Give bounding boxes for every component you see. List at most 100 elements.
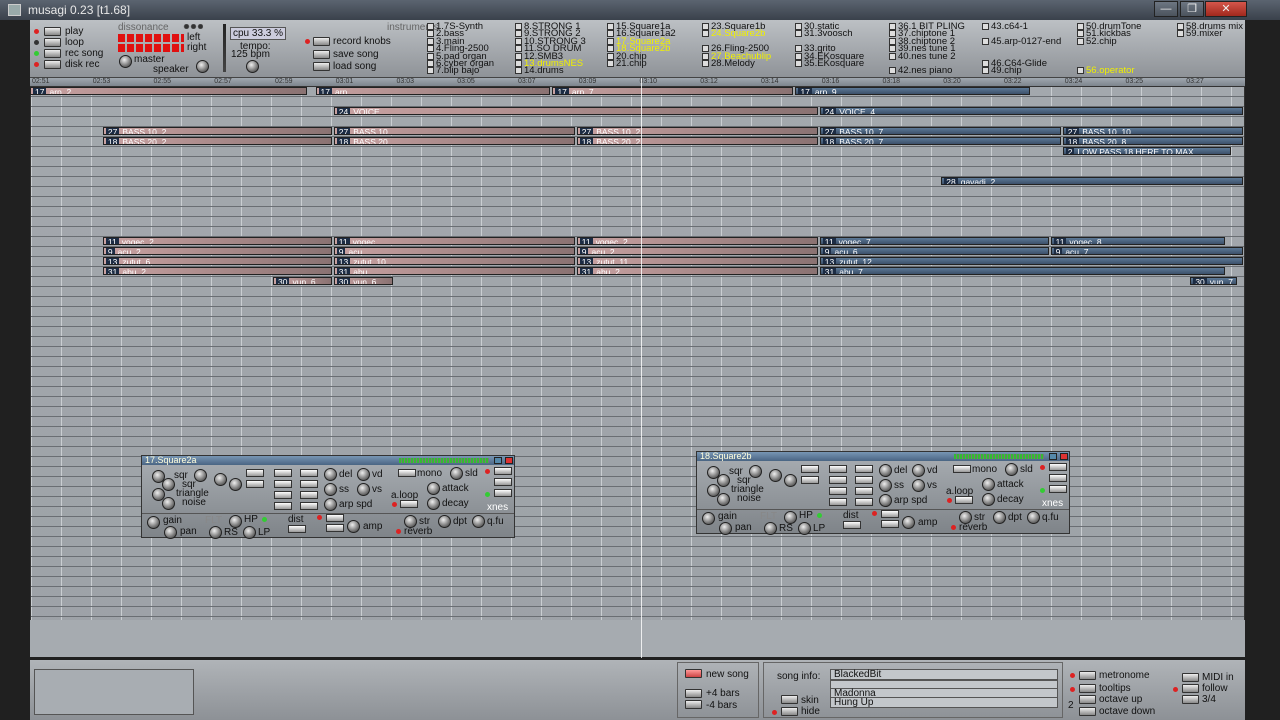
track-clip[interactable]: 31 abu	[333, 267, 575, 275]
sld-knob[interactable]	[450, 467, 463, 480]
rs-knob[interactable]	[209, 526, 222, 539]
instrument-toggle[interactable]	[1077, 67, 1084, 75]
aloop-button[interactable]	[400, 500, 418, 508]
save-song-button[interactable]	[313, 50, 330, 59]
dist-btn-2[interactable]	[881, 510, 899, 518]
wave-btn-5[interactable]	[274, 491, 292, 499]
track-clip[interactable]: 27 BASS 10	[333, 127, 575, 135]
attack-knob[interactable]	[982, 478, 995, 491]
octave-up-button[interactable]	[1079, 695, 1096, 704]
instrument-toggle[interactable]	[702, 23, 709, 30]
env-knob-2[interactable]	[784, 474, 797, 487]
instrument-toggle[interactable]	[427, 30, 434, 38]
instrument-item[interactable]: 28.Melody	[702, 59, 755, 68]
instrument-toggle[interactable]	[1077, 23, 1084, 30]
track-clip[interactable]: 31 abu_2	[576, 267, 818, 275]
instrument-toggle[interactable]	[889, 37, 896, 45]
track-clip[interactable]: 9 acu_6	[819, 247, 1049, 255]
metronome-button[interactable]	[1079, 671, 1096, 680]
track-clip[interactable]: 28 gavadi_2	[941, 177, 1243, 185]
instrument-toggle[interactable]	[515, 60, 522, 67]
wave-btn-5[interactable]	[829, 487, 847, 495]
instrument-toggle[interactable]	[515, 45, 522, 53]
instrument-toggle[interactable]	[889, 30, 896, 38]
maximize-button[interactable]: ❐	[1180, 1, 1204, 17]
loop-button[interactable]	[44, 38, 61, 47]
track-clip[interactable]: 31 abu_7	[819, 267, 1225, 275]
wave-btn-6[interactable]	[274, 502, 292, 510]
vs-knob[interactable]	[912, 479, 925, 492]
instrument-toggle[interactable]	[982, 37, 989, 45]
instrument-toggle[interactable]	[427, 23, 434, 30]
pan-knob[interactable]	[719, 522, 732, 535]
instrument-toggle[interactable]	[515, 52, 522, 60]
track-clip[interactable]: 9 acu_2	[576, 247, 818, 255]
close-button[interactable]: ✕	[1205, 1, 1247, 17]
track-clip[interactable]: 18 BASS 20_8	[1062, 137, 1243, 145]
instrument-toggle[interactable]	[427, 60, 434, 67]
follow-button[interactable]	[1182, 684, 1199, 693]
playhead[interactable]	[641, 78, 642, 658]
instrument-toggle[interactable]	[795, 45, 802, 53]
minimize-button[interactable]: —	[1154, 1, 1178, 17]
pan-knob[interactable]	[164, 526, 177, 539]
track-clip[interactable]: 9 acu_2	[102, 247, 332, 255]
play-button[interactable]	[44, 27, 61, 36]
instrument-toggle[interactable]	[607, 37, 614, 45]
track-clip[interactable]: 9 acu	[333, 247, 575, 255]
instrument-toggle[interactable]	[515, 67, 522, 75]
dist-button[interactable]	[843, 521, 861, 529]
song-title-field[interactable]: BlackedBit	[830, 669, 1058, 680]
track-clip[interactable]: 13 zutut_12	[819, 257, 1243, 265]
track-clip[interactable]: 18 BASS 20_2	[102, 137, 332, 145]
instrument-toggle[interactable]	[607, 52, 614, 60]
track-clip[interactable]: 13 zutut_10	[333, 257, 575, 265]
wave-btn-1[interactable]	[246, 469, 264, 477]
gain-knob[interactable]	[147, 516, 160, 529]
del-knob[interactable]	[324, 468, 337, 481]
noise-knob[interactable]	[717, 493, 730, 506]
record-knobs-button[interactable]	[313, 37, 330, 46]
instrument-item[interactable]: 42.nes piano	[889, 66, 952, 76]
synth-close-button[interactable]	[505, 457, 513, 464]
amp-knob[interactable]	[902, 516, 915, 529]
track-clip[interactable]: 24 VOICE	[333, 107, 818, 115]
wave-btn-8[interactable]	[855, 476, 873, 484]
env-knob-1[interactable]	[769, 469, 782, 482]
instrument-toggle[interactable]	[427, 37, 434, 45]
synth-minimize-button[interactable]	[494, 457, 502, 464]
instrument-item[interactable]: 31.3voosch	[795, 29, 853, 39]
track-clip[interactable]: 30 vun_6	[333, 277, 393, 285]
instrument-item[interactable]: 7.blip bajo	[427, 66, 479, 76]
synth-window-square2b[interactable]: 18.Square2b sqr sqr triangle noise del v…	[696, 451, 1070, 535]
instrument-toggle[interactable]	[607, 60, 614, 67]
decay-knob[interactable]	[427, 497, 440, 510]
wave-btn-7[interactable]	[300, 469, 318, 477]
env-knob-1[interactable]	[214, 473, 227, 486]
instrument-toggle[interactable]	[889, 23, 896, 30]
sqr2-knob[interactable]	[717, 474, 730, 487]
octave-down-button[interactable]	[1079, 707, 1096, 716]
instrument-toggle[interactable]	[427, 45, 434, 53]
track-clip[interactable]: 18 BASS 20	[333, 137, 575, 145]
arp-spd-knob[interactable]	[879, 494, 892, 507]
instrument-toggle[interactable]	[607, 30, 614, 38]
instrument-toggle[interactable]	[702, 52, 709, 60]
wave-btn-4[interactable]	[829, 476, 847, 484]
wave-btn-9[interactable]	[855, 487, 873, 495]
instrument-toggle[interactable]	[1177, 30, 1184, 38]
load-song-button[interactable]	[313, 62, 330, 71]
track-clip[interactable]: 17 arp_7	[552, 87, 794, 95]
wave-btn-3[interactable]	[829, 465, 847, 473]
track-clip[interactable]: 17 arp_9	[795, 87, 1031, 95]
instrument-toggle[interactable]	[982, 67, 989, 75]
track-clip[interactable]: 13 zutut_11	[576, 257, 818, 265]
dpt-knob[interactable]	[993, 511, 1006, 524]
track-clip[interactable]: 2 LOW PASS 18 HERE TO MAX	[1062, 147, 1231, 155]
instrument-toggle[interactable]	[515, 23, 522, 30]
wave-btn-7[interactable]	[855, 465, 873, 473]
wave-btn-10[interactable]	[855, 498, 873, 506]
env-knob-2[interactable]	[229, 478, 242, 491]
instrument-toggle[interactable]	[702, 60, 709, 67]
instrument-toggle[interactable]	[702, 30, 709, 38]
